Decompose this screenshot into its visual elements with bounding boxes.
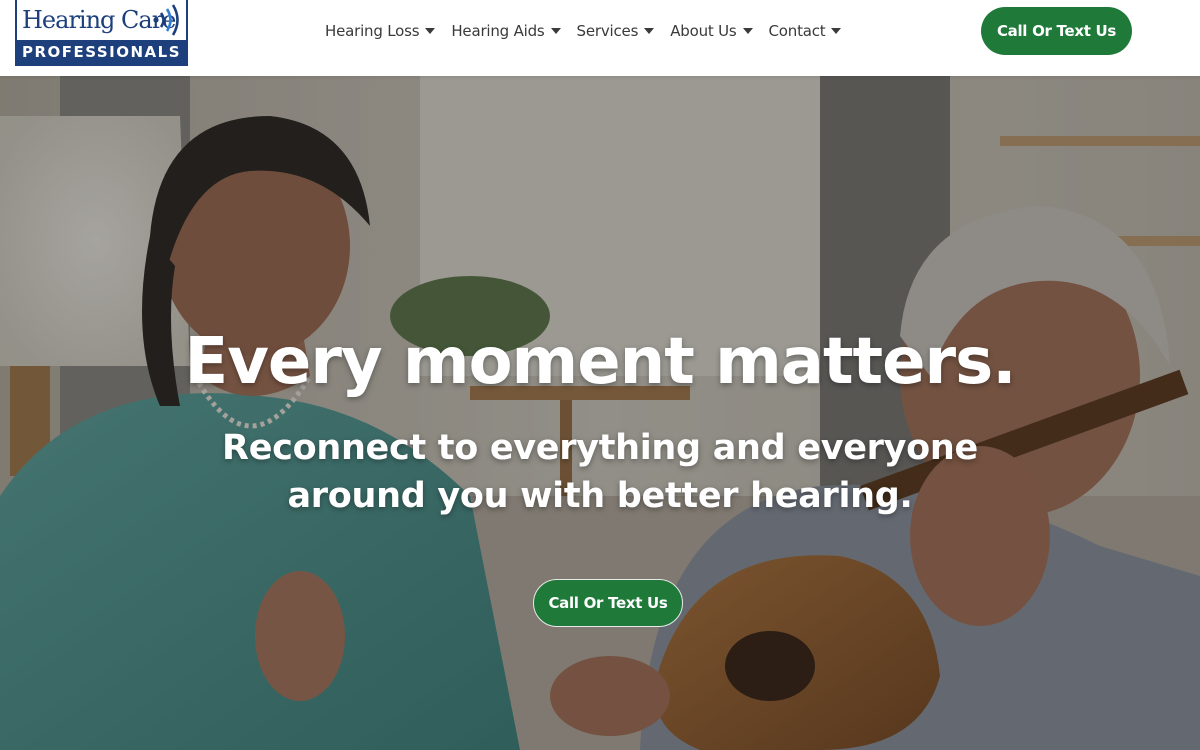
caret-down-icon <box>831 28 842 34</box>
nav-item-label: Contact <box>768 22 826 40</box>
nav-item-label: Hearing Loss <box>325 22 420 40</box>
nav-item-label: Services <box>576 22 639 40</box>
header-call-button[interactable]: Call Or Text Us <box>981 7 1132 55</box>
hero-subtitle: Reconnect to everything and everyone aro… <box>222 428 978 516</box>
logo-bottom-text: PROFESSIONALS <box>17 40 186 64</box>
caret-down-icon <box>742 28 753 34</box>
hero-dark-overlay <box>0 76 1200 750</box>
nav-item-hearing-loss[interactable]: Hearing Loss <box>325 22 436 40</box>
caret-down-icon <box>425 28 436 34</box>
hero-title: Every moment matters. <box>184 325 1016 399</box>
caret-down-icon <box>644 28 655 34</box>
site-header: Hearing Care PROFESSIONALS Hearing Loss … <box>0 0 1200 76</box>
hero-section: Every moment matters. Reconnect to every… <box>0 76 1200 750</box>
sound-waves-icon <box>153 4 179 36</box>
site-logo[interactable]: Hearing Care PROFESSIONALS <box>15 0 188 66</box>
main-nav: Hearing Loss Hearing Aids Services About… <box>325 18 842 44</box>
nav-item-contact[interactable]: Contact <box>769 22 842 40</box>
nav-item-services[interactable]: Services <box>577 22 655 40</box>
hero-call-button[interactable]: Call Or Text Us <box>533 579 683 627</box>
caret-down-icon <box>550 28 561 34</box>
nav-item-about-us[interactable]: About Us <box>670 22 753 40</box>
nav-item-hearing-aids[interactable]: Hearing Aids <box>451 22 561 40</box>
nav-item-label: About Us <box>670 22 737 40</box>
nav-item-label: Hearing Aids <box>451 22 545 40</box>
